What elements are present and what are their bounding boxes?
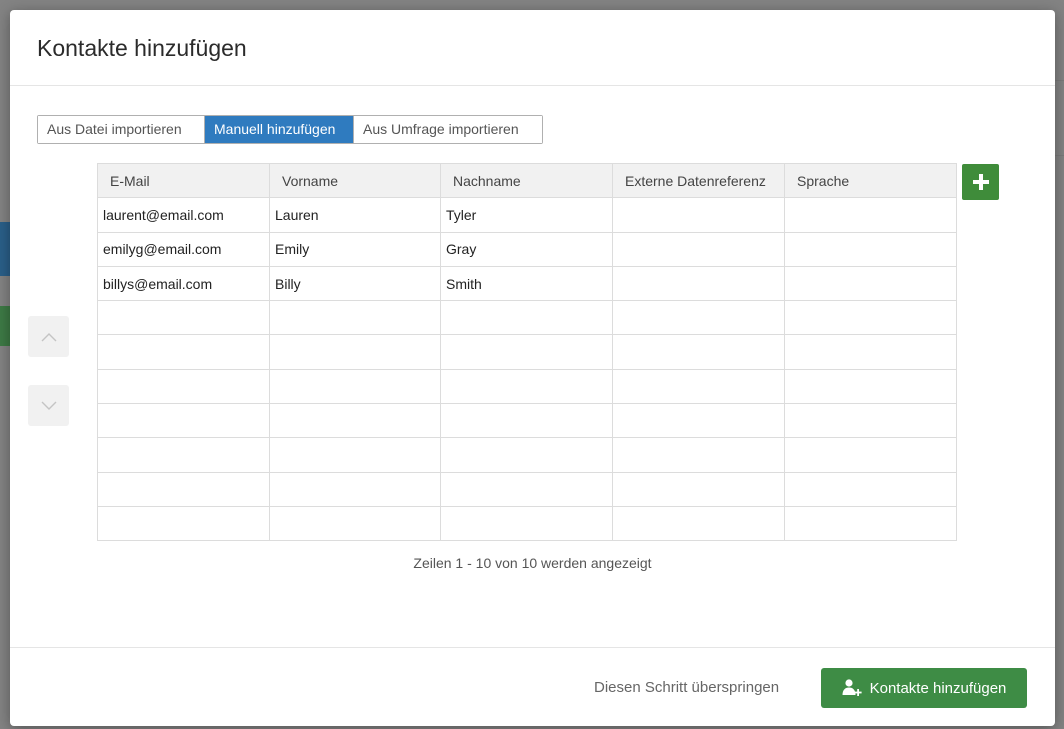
language-cell[interactable] xyxy=(784,437,957,473)
add-user-icon xyxy=(842,678,862,698)
email-cell[interactable] xyxy=(97,437,270,473)
background-divider xyxy=(1055,155,1064,156)
tab-add-manually[interactable]: Manuell hinzufügen xyxy=(205,116,354,143)
external-reference-cell[interactable] xyxy=(612,471,785,507)
language-cell[interactable] xyxy=(784,471,957,507)
table-row xyxy=(97,437,957,473)
first-name-cell[interactable] xyxy=(269,505,441,542)
last-name-cell[interactable]: Tyler xyxy=(440,197,613,233)
dialog-title: Kontakte hinzufügen xyxy=(37,35,247,61)
language-cell[interactable] xyxy=(784,231,957,267)
add-contacts-label: Kontakte hinzufügen xyxy=(869,679,1007,697)
tab-import-from-file[interactable]: Aus Datei importieren xyxy=(38,116,205,143)
table-row xyxy=(97,471,957,507)
external-reference-cell[interactable] xyxy=(612,368,785,405)
table-row: emilyg@email.com Emily Gray xyxy=(97,231,957,267)
first-name-cell[interactable]: Billy xyxy=(269,265,441,302)
last-name-cell[interactable] xyxy=(440,505,613,542)
language-cell[interactable] xyxy=(784,197,957,233)
external-reference-cell[interactable] xyxy=(612,505,785,542)
table-row xyxy=(97,300,957,336)
last-name-cell[interactable] xyxy=(440,334,613,370)
table-row xyxy=(97,505,957,542)
add-contacts-button[interactable]: Kontakte hinzufügen xyxy=(821,668,1027,708)
first-name-cell[interactable] xyxy=(269,471,441,507)
tab-import-from-survey[interactable]: Aus Umfrage importieren xyxy=(354,116,542,143)
chevron-up-icon xyxy=(41,332,56,341)
column-header-last-name[interactable]: Nachname xyxy=(440,162,613,199)
column-header-external-reference[interactable]: Externe Datenreferenz xyxy=(612,162,785,199)
last-name-cell[interactable] xyxy=(440,403,613,439)
table-row: laurent@email.com Lauren Tyler xyxy=(97,197,957,233)
external-reference-cell[interactable] xyxy=(612,265,785,302)
dialog-header: Kontakte hinzufügen xyxy=(10,10,1055,86)
email-cell[interactable]: billys@email.com xyxy=(97,265,270,302)
table-body: laurent@email.com Lauren Tyler emilyg@email… xyxy=(97,197,957,542)
last-name-cell[interactable] xyxy=(440,368,613,405)
first-name-cell[interactable] xyxy=(269,368,441,405)
column-header-email[interactable]: E-Mail xyxy=(97,162,270,199)
language-cell[interactable] xyxy=(784,265,957,302)
chevron-down-icon xyxy=(41,401,56,410)
external-reference-cell[interactable] xyxy=(612,403,785,439)
external-reference-cell[interactable] xyxy=(612,437,785,473)
language-cell[interactable] xyxy=(784,334,957,370)
add-contacts-dialog: Kontakte hinzufügen Aus Datei importiere… xyxy=(10,10,1055,726)
table-row xyxy=(97,334,957,370)
first-name-cell[interactable] xyxy=(269,334,441,370)
last-name-cell[interactable]: Smith xyxy=(440,265,613,302)
table-header-row: E-Mail Vorname Nachname Externe Datenref… xyxy=(97,162,957,199)
email-cell[interactable] xyxy=(97,334,270,370)
language-cell[interactable] xyxy=(784,300,957,336)
column-header-language[interactable]: Sprache xyxy=(784,162,957,199)
background-divider xyxy=(1055,80,1064,81)
last-name-cell[interactable] xyxy=(440,471,613,507)
email-cell[interactable] xyxy=(97,403,270,439)
dialog-footer: Diesen Schritt überspringen Kontakte hin… xyxy=(10,647,1055,726)
language-cell[interactable] xyxy=(784,403,957,439)
first-name-cell[interactable] xyxy=(269,403,441,439)
move-up-button[interactable] xyxy=(28,316,69,357)
plus-icon xyxy=(972,174,989,190)
external-reference-cell[interactable] xyxy=(612,334,785,370)
external-reference-cell[interactable] xyxy=(612,197,785,233)
first-name-cell[interactable]: Lauren xyxy=(269,197,441,233)
email-cell[interactable] xyxy=(97,368,270,405)
row-count-status: Zeilen 1 - 10 von 10 werden angezeigt xyxy=(413,555,652,571)
external-reference-cell[interactable] xyxy=(612,300,785,336)
email-cell[interactable]: emilyg@email.com xyxy=(97,231,270,267)
language-cell[interactable] xyxy=(784,368,957,405)
email-cell[interactable] xyxy=(97,505,270,542)
column-header-first-name[interactable]: Vorname xyxy=(269,162,441,199)
table-row xyxy=(97,368,957,405)
email-cell[interactable] xyxy=(97,471,270,507)
import-method-tabs: Aus Datei importieren Manuell hinzufügen… xyxy=(37,115,543,144)
last-name-cell[interactable] xyxy=(440,300,613,336)
add-column-button[interactable] xyxy=(962,164,999,200)
first-name-cell[interactable]: Emily xyxy=(269,231,441,267)
first-name-cell[interactable] xyxy=(269,437,441,473)
contacts-table: E-Mail Vorname Nachname Externe Datenref… xyxy=(97,162,957,542)
email-cell[interactable]: laurent@email.com xyxy=(97,197,270,233)
email-cell[interactable] xyxy=(97,300,270,336)
table-row: billys@email.com Billy Smith xyxy=(97,265,957,302)
move-down-button[interactable] xyxy=(28,385,69,426)
skip-step-link[interactable]: Diesen Schritt überspringen xyxy=(594,679,779,696)
table-row xyxy=(97,403,957,439)
first-name-cell[interactable] xyxy=(269,300,441,336)
language-cell[interactable] xyxy=(784,505,957,542)
external-reference-cell[interactable] xyxy=(612,231,785,267)
last-name-cell[interactable]: Gray xyxy=(440,231,613,267)
last-name-cell[interactable] xyxy=(440,437,613,473)
